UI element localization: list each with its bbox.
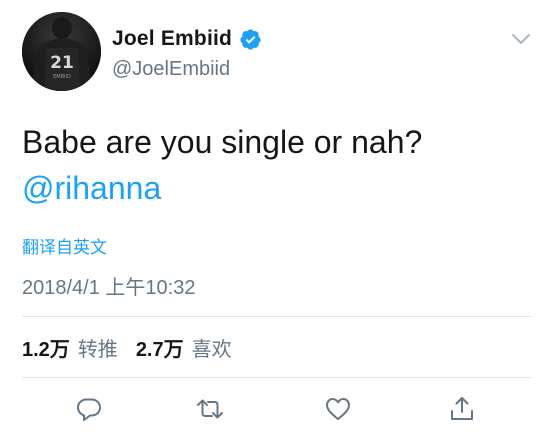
like-label[interactable]: 喜欢 — [192, 333, 232, 362]
avatar[interactable]: 21 EMBIID — [22, 12, 101, 91]
reply-icon[interactable] — [74, 394, 104, 424]
divider — [22, 377, 532, 378]
heart-icon[interactable] — [323, 394, 353, 424]
avatar-jersey-number: 21 — [50, 53, 74, 73]
retweet-icon[interactable] — [195, 394, 225, 424]
chevron-down-icon[interactable] — [510, 30, 532, 48]
mention-link[interactable]: @rihanna — [22, 170, 161, 207]
tweet-text: Babe are you single or nah? — [22, 124, 423, 160]
retweet-count[interactable]: 1.2万 — [22, 333, 70, 362]
like-count[interactable]: 2.7万 — [136, 333, 184, 362]
author-name-row: Joel Embiid — [112, 27, 262, 51]
avatar-jersey-name: EMBIID — [53, 74, 71, 80]
share-icon[interactable] — [447, 394, 477, 424]
verified-badge-icon — [240, 28, 261, 50]
tweet-stats: 1.2万 转推 2.7万 喜欢 — [22, 333, 250, 362]
author-handle[interactable]: @JoelEmbiid — [112, 58, 230, 81]
tweet-card: 21 EMBIID Joel Embiid @JoelEmbiid Babe a… — [0, 0, 550, 440]
retweet-label[interactable]: 转推 — [78, 333, 118, 362]
translate-link[interactable]: 翻译自英文 — [22, 233, 107, 258]
avatar-image: 21 EMBIID — [22, 12, 101, 91]
tweet-timestamp[interactable]: 2018/4/1 上午10:32 — [22, 271, 195, 300]
divider — [22, 316, 532, 317]
author-display-name[interactable]: Joel Embiid — [112, 27, 232, 51]
